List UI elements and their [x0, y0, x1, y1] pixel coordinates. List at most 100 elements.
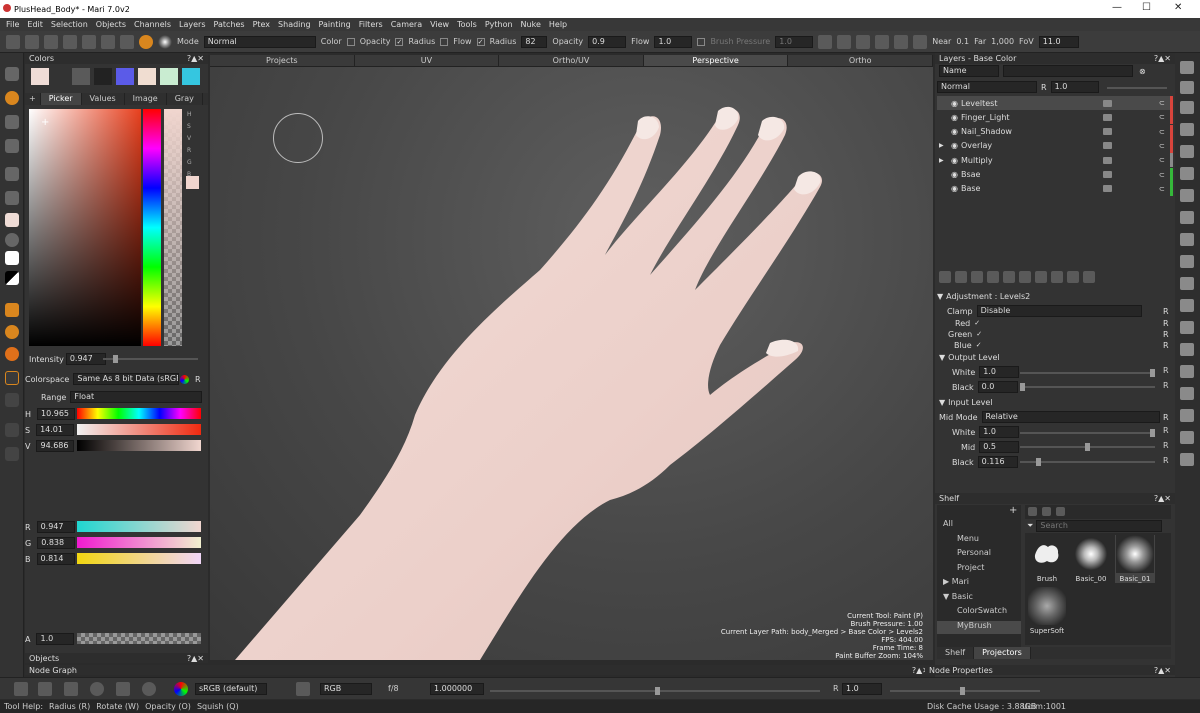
layer-row[interactable]: ◉ Bsae ⊂: [937, 167, 1173, 182]
add-shelf-icon[interactable]: +: [1009, 505, 1017, 516]
shelf-item-basic-00[interactable]: Basic_00: [1071, 535, 1111, 583]
eye-icon[interactable]: ◉: [951, 113, 958, 122]
image-manager-icon[interactable]: [1180, 233, 1194, 246]
layer-row[interactable]: ◉ Finger_Light ⊂: [937, 110, 1173, 125]
menu-file[interactable]: File: [6, 20, 19, 29]
frame-icon[interactable]: [142, 682, 156, 696]
menu-filters[interactable]: Filters: [359, 20, 383, 29]
input-black-field[interactable]: 0.116: [977, 456, 1018, 468]
layer-row[interactable]: ▶ ◉ Overlay ⊂: [937, 138, 1173, 153]
shelf-tree-item[interactable]: Project: [937, 563, 1021, 576]
layers-icon[interactable]: [1180, 123, 1194, 136]
collapse-icon[interactable]: ▼: [939, 398, 945, 407]
red-gradient-slider[interactable]: [77, 521, 201, 532]
red-field[interactable]: 0.947: [36, 521, 75, 533]
input-white-slider[interactable]: [1020, 429, 1155, 437]
shading-icon[interactable]: [875, 34, 890, 49]
marquee-tool-icon[interactable]: [5, 423, 19, 437]
tree-arrow-icon[interactable]: ▶: [943, 577, 949, 586]
expand-arrow-icon[interactable]: ▶: [939, 142, 944, 149]
reset-colors-icon[interactable]: [5, 271, 19, 285]
shelf-tree-item[interactable]: All: [937, 519, 1021, 532]
channel-r[interactable]: R: [187, 145, 197, 157]
brush-pressure-field[interactable]: 1.0: [775, 35, 814, 48]
far-field[interactable]: 1,000: [991, 37, 1014, 46]
shelf-tree-item[interactable]: ▼ Basic: [937, 592, 1021, 605]
node-graph-icon[interactable]: [1180, 255, 1194, 268]
menu-selection[interactable]: Selection: [51, 20, 88, 29]
viewport[interactable]: Current Tool: Paint (P) Brush Pressure: …: [210, 55, 933, 660]
expand-arrow-icon[interactable]: ▶: [939, 157, 944, 164]
layer-row[interactable]: ◉ Nail_Shadow ⊂: [937, 124, 1173, 139]
opacity-field[interactable]: 0.9: [588, 35, 627, 48]
cache-layer-icon[interactable]: [1067, 271, 1079, 283]
shelf-tree-item[interactable]: ColorSwatch: [937, 606, 1021, 619]
green-reset-button[interactable]: R: [1163, 330, 1169, 339]
layer-filter-input[interactable]: [1003, 65, 1133, 77]
tab-image[interactable]: Image: [125, 93, 167, 105]
view-colorspace-dropdown[interactable]: sRGB (default): [195, 683, 267, 695]
objects-panel-title[interactable]: Objects: [29, 654, 59, 663]
history-icon[interactable]: [1180, 81, 1194, 94]
tab-uv[interactable]: UV: [355, 55, 500, 66]
alpha-gradient-slider[interactable]: [77, 633, 201, 644]
lock-icon[interactable]: ⊂: [1159, 113, 1165, 121]
channel-v[interactable]: V: [187, 133, 197, 145]
input-white-reset-button[interactable]: R: [1163, 426, 1169, 435]
mid-mode-reset-button[interactable]: R: [1163, 413, 1169, 422]
close-icon[interactable]: ✕: [1174, 2, 1182, 13]
duplicate-layer-icon[interactable]: [1019, 271, 1031, 283]
eye-icon[interactable]: ◉: [951, 184, 958, 193]
colors-icon[interactable]: [1180, 387, 1194, 400]
mid-mode-dropdown[interactable]: Relative: [981, 411, 1160, 423]
input-black-reset-button[interactable]: R: [1163, 456, 1169, 465]
maximize-icon[interactable]: ☐: [1142, 2, 1151, 13]
tab-projects[interactable]: Projects: [210, 55, 355, 66]
layer-opacity-slider[interactable]: [1107, 87, 1167, 89]
lock-icon[interactable]: ⊂: [1159, 99, 1165, 107]
smudge-tool-icon[interactable]: [5, 347, 19, 361]
clamp-reset-button[interactable]: R: [1163, 307, 1169, 316]
add-mask-icon[interactable]: [987, 271, 999, 283]
channel-g[interactable]: G: [187, 157, 197, 169]
range-dropdown[interactable]: Float: [70, 391, 203, 403]
selection-groups-icon[interactable]: [1180, 365, 1194, 378]
paint-tool-icon[interactable]: [139, 34, 153, 49]
shaders-icon[interactable]: [1180, 145, 1194, 158]
alpha-field[interactable]: 1.0: [36, 633, 75, 645]
green-gradient-slider[interactable]: [77, 537, 201, 548]
input-level-header[interactable]: ▼ Input Level: [939, 398, 993, 407]
sticky-tool-icon[interactable]: [5, 371, 19, 385]
menu-python[interactable]: Python: [485, 20, 513, 29]
tree-arrow-icon[interactable]: ▼: [943, 592, 949, 601]
menu-objects[interactable]: Objects: [96, 20, 126, 29]
menu-painting[interactable]: Painting: [319, 20, 351, 29]
paint-brush-tool-icon[interactable]: [5, 91, 19, 105]
menu-shading[interactable]: Shading: [278, 20, 311, 29]
projection-icon[interactable]: [101, 34, 115, 49]
lock-icon[interactable]: ⊂: [1159, 156, 1165, 164]
texture-sets-icon[interactable]: [1180, 299, 1194, 312]
camera-icon[interactable]: [120, 34, 134, 49]
color-swatch[interactable]: [182, 68, 200, 85]
tab-values[interactable]: Values: [82, 93, 125, 105]
add-layer-icon[interactable]: [939, 271, 951, 283]
filter-icon[interactable]: ⏷: [1027, 521, 1033, 531]
eye-icon[interactable]: ◉: [951, 156, 958, 165]
blue-gradient-slider[interactable]: [77, 553, 201, 564]
tab-picker[interactable]: Picker: [40, 93, 82, 105]
blue-reset-button[interactable]: R: [1163, 341, 1169, 350]
near-field[interactable]: 0.1: [956, 37, 969, 46]
eyedropper-icon[interactable]: [5, 191, 19, 205]
shelf-tree-item[interactable]: Menu: [937, 534, 1021, 547]
collapse-icon[interactable]: ▼: [937, 292, 943, 301]
color-swatch[interactable]: [72, 68, 90, 85]
select-tool-icon[interactable]: [5, 67, 19, 81]
layer-opacity-field[interactable]: 1.0: [1050, 81, 1099, 93]
green-channel-checkbox[interactable]: ✓: [975, 330, 983, 339]
layer-row[interactable]: ◉ Leveltest ⊂: [937, 96, 1173, 110]
filters-icon[interactable]: [1180, 453, 1194, 466]
exposure-slider[interactable]: [890, 687, 1040, 695]
colorspace-dropdown[interactable]: Same As 8 bit Data (sRGB: [73, 373, 180, 385]
projection-tool-icon[interactable]: [5, 139, 19, 153]
